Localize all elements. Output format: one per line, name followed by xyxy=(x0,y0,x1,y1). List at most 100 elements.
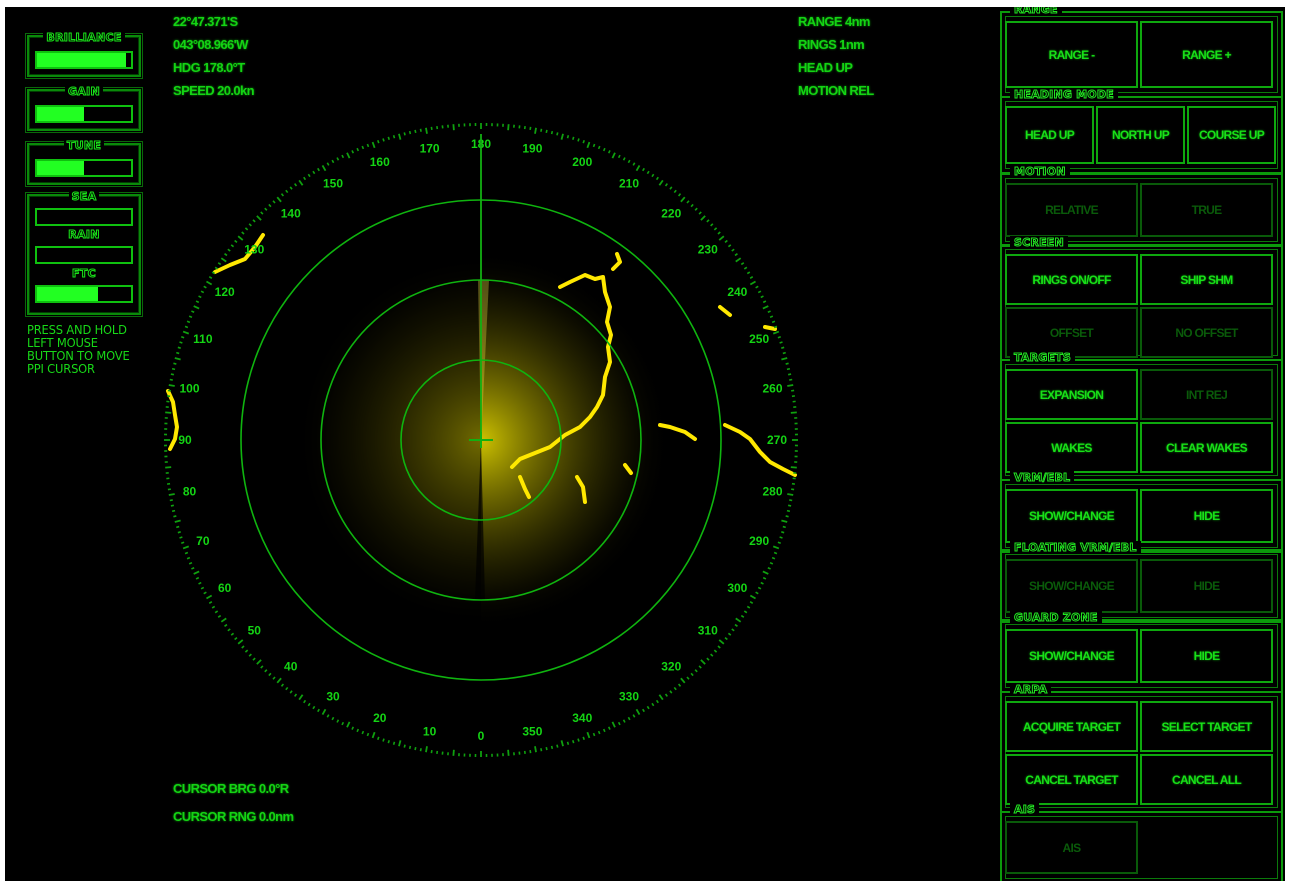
scale-tick xyxy=(790,411,797,414)
clear-wakes-button[interactable]: CLEAR WAKES xyxy=(1140,422,1273,473)
show-change-button[interactable]: SHOW/CHANGE xyxy=(1005,629,1138,683)
scale-tick xyxy=(762,305,769,310)
scale-tick xyxy=(234,239,238,244)
scale-tick xyxy=(165,411,172,414)
scale-tick xyxy=(572,136,575,140)
scale-tick xyxy=(749,601,754,604)
scale-tick xyxy=(572,740,575,744)
scale-tick xyxy=(289,186,293,190)
bearing-label: 210 xyxy=(619,177,639,191)
course-up-button[interactable]: COURSE UP xyxy=(1187,106,1276,164)
scale-tick xyxy=(507,749,510,756)
scale-tick xyxy=(168,493,175,496)
scale-tick xyxy=(195,300,200,304)
bearing-label: 0 xyxy=(478,729,485,743)
radar-ppi[interactable]: 0 10 20 30 40 50 60 70 80 90 100 110 120 130 140 150 160… xyxy=(5,7,985,881)
range-button[interactable]: RANGE + xyxy=(1140,21,1273,88)
bearing-label: 220 xyxy=(661,206,681,220)
hide-button[interactable]: HIDE xyxy=(1140,559,1273,613)
scale-tick xyxy=(351,726,355,730)
scale-tick xyxy=(331,159,335,164)
bearing-label: 30 xyxy=(326,689,340,703)
scale-tick xyxy=(285,686,289,691)
show-change-button[interactable]: SHOW/CHANGE xyxy=(1005,489,1138,543)
acquire-target-button[interactable]: ACQUIRE TARGET xyxy=(1005,701,1138,752)
scale-tick xyxy=(771,556,776,560)
scale-tick xyxy=(597,145,601,150)
group-title: ARPA xyxy=(1010,683,1052,697)
scale-tick xyxy=(734,253,738,257)
scale-tick xyxy=(713,649,718,653)
hide-button[interactable]: HIDE xyxy=(1140,489,1273,543)
expansion-button[interactable]: EXPANSION xyxy=(1005,369,1138,420)
scale-tick xyxy=(252,219,256,223)
scale-tick xyxy=(627,159,631,164)
scale-tick xyxy=(686,676,690,680)
scale-tick xyxy=(248,223,252,227)
scale-tick xyxy=(211,605,216,609)
scale-tick xyxy=(777,541,781,544)
head-up-button[interactable]: HEAD UP xyxy=(1005,106,1094,164)
scale-tick xyxy=(188,315,193,319)
show-change-button[interactable]: SHOW/CHANGE xyxy=(1005,559,1138,613)
scale-tick xyxy=(298,694,304,701)
cancel-target-button[interactable]: CANCEL TARGET xyxy=(1005,754,1138,805)
cancel-all-button[interactable]: CANCEL ALL xyxy=(1140,754,1273,805)
bearing-label: 230 xyxy=(698,243,718,257)
scale-tick xyxy=(203,591,207,595)
scale-tick xyxy=(200,290,205,294)
no-offset-button[interactable]: NO OFFSET xyxy=(1140,307,1273,358)
scale-tick xyxy=(680,677,686,684)
scale-tick xyxy=(366,732,370,737)
scale-tick xyxy=(298,179,304,186)
scale-tick xyxy=(408,130,412,135)
bearing-label: 100 xyxy=(179,382,199,396)
scale-tick xyxy=(217,262,222,266)
scale-tick xyxy=(361,145,365,150)
scale-tick xyxy=(193,305,200,310)
scale-tick xyxy=(777,336,781,339)
scale-tick xyxy=(690,672,694,677)
scale-tick xyxy=(740,262,745,266)
hide-button[interactable]: HIDE xyxy=(1140,629,1273,683)
scale-tick xyxy=(237,639,244,645)
longitude: 043°08.966'W xyxy=(173,37,248,52)
scale-tick xyxy=(206,280,213,286)
scale-tick xyxy=(597,730,601,735)
scale-tick xyxy=(303,176,307,181)
ship-shm-button[interactable]: SHIP SHM xyxy=(1140,254,1273,305)
scale-tick xyxy=(673,686,677,691)
scale-tick xyxy=(724,636,728,641)
scale-tick xyxy=(592,732,596,737)
scale-tick xyxy=(566,135,570,139)
true-button[interactable]: TRUE xyxy=(1140,183,1273,237)
range-button[interactable]: RANGE - xyxy=(1005,21,1138,88)
scale-tick xyxy=(317,708,320,713)
select-target-button[interactable]: SELECT TARGET xyxy=(1140,701,1273,752)
wakes-button[interactable]: WAKES xyxy=(1005,422,1138,473)
scale-tick xyxy=(289,690,293,694)
scale-tick xyxy=(706,657,710,661)
ais-button[interactable]: AIS xyxy=(1005,821,1138,874)
scale-tick xyxy=(731,628,735,632)
scale-tick xyxy=(540,128,543,132)
group-heading-mode: HEADING MODE HEAD UP NORTH UP COURSE UP xyxy=(1000,88,1283,174)
scale-tick xyxy=(425,127,428,134)
scale-tick xyxy=(698,211,702,215)
group-ais: AIS AIS xyxy=(1000,803,1283,881)
scale-tick xyxy=(550,745,554,750)
scale-tick xyxy=(177,531,181,534)
relative-button[interactable]: RELATIVE xyxy=(1005,183,1138,237)
scale-tick xyxy=(312,170,316,175)
scale-tick xyxy=(651,702,655,707)
scale-tick xyxy=(356,728,360,733)
scale-tick xyxy=(312,705,316,710)
int-rej-button[interactable]: INT REJ xyxy=(1140,369,1273,420)
scale-tick xyxy=(241,231,245,235)
north-up-button[interactable]: NORTH UP xyxy=(1096,106,1185,164)
rings-on-off-button[interactable]: RINGS ON/OFF xyxy=(1005,254,1138,305)
scale-tick xyxy=(782,351,786,355)
scale-tick xyxy=(224,623,228,627)
scale-tick xyxy=(285,189,289,194)
scale-tick xyxy=(789,499,793,502)
